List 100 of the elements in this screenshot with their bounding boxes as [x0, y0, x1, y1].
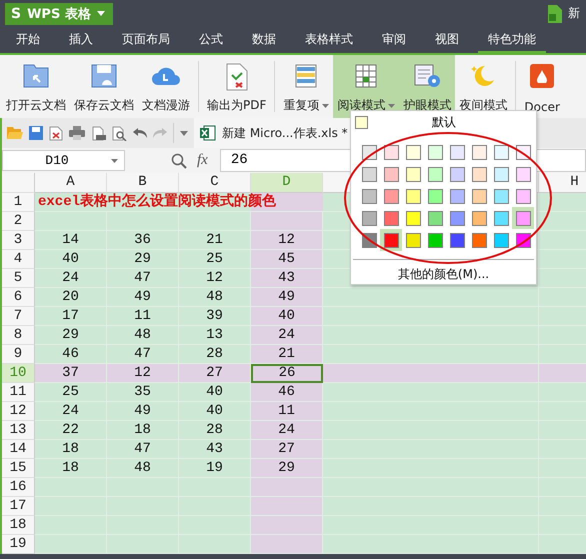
menu-tab[interactable]: 开始 — [6, 27, 50, 53]
menu-tab[interactable]: 数据 — [242, 27, 286, 53]
table-cell: 40 — [179, 383, 251, 402]
table-cell — [251, 212, 323, 231]
table-cell: 47 — [107, 269, 179, 288]
row-header[interactable]: 17 — [2, 497, 35, 516]
save-icon[interactable] — [29, 126, 43, 140]
table-cell: 12 — [179, 269, 251, 288]
ribbon-button[interactable]: 打开云文档 — [2, 55, 70, 118]
list-icon — [293, 63, 320, 89]
table-cell: 21 — [251, 345, 323, 364]
print-icon[interactable] — [69, 126, 85, 140]
title-cell: excel表格中怎么设置阅读模式的颜色 — [35, 193, 323, 212]
column-header[interactable]: H — [539, 173, 586, 193]
row-header[interactable]: 2 — [2, 212, 35, 231]
table-cell: 28 — [179, 421, 251, 440]
table-cell: 45 — [251, 250, 323, 269]
row-header[interactable]: 16 — [2, 478, 35, 497]
document-title: 新 — [568, 5, 581, 22]
app-menu-button[interactable]: S WPS 表格 — [5, 2, 113, 24]
table-cell: 18 — [35, 440, 107, 459]
table-cell: 48 — [179, 288, 251, 307]
table-cell: 25 — [35, 383, 107, 402]
row-header[interactable]: 14 — [2, 440, 35, 459]
row-header[interactable]: 19 — [2, 535, 35, 554]
search-icon[interactable] — [171, 152, 187, 168]
document-icon — [548, 4, 562, 22]
caret-icon — [111, 158, 118, 162]
pdf-export-icon[interactable] — [49, 126, 63, 140]
table-cell — [179, 516, 251, 535]
table-cell: 49 — [107, 288, 179, 307]
table-cell — [251, 516, 323, 535]
table-cell: 11 — [107, 307, 179, 326]
table-cell: 40 — [251, 307, 323, 326]
table-cell: 40 — [35, 250, 107, 269]
row-header[interactable]: 9 — [2, 345, 35, 364]
table-cell: 13 — [179, 326, 251, 345]
table-cell: 19 — [179, 459, 251, 478]
table-cell: 12 — [251, 231, 323, 250]
row-header[interactable]: 4 — [2, 250, 35, 269]
ribbon-button[interactable]: 阅读模式 — [333, 55, 400, 118]
ribbon-button[interactable]: 保存云文档 — [70, 55, 138, 118]
print-preview-icon[interactable] — [91, 126, 106, 140]
table-cell: 24 — [251, 326, 323, 345]
table-cell: 46 — [35, 345, 107, 364]
table-cell — [35, 535, 107, 554]
row-header[interactable]: 15 — [2, 459, 35, 478]
table-cell: 29 — [107, 250, 179, 269]
ribbon-button[interactable]: 输出为PDF — [203, 55, 270, 118]
row-header[interactable]: 5 — [2, 269, 35, 288]
caret-icon[interactable] — [180, 130, 188, 136]
color-swatch[interactable] — [512, 207, 534, 229]
default-color-swatch[interactable] — [355, 116, 368, 128]
ribbon-button[interactable]: 夜间模式 — [455, 55, 512, 118]
table-cell: 49 — [107, 402, 179, 421]
name-box[interactable]: D10 — [2, 150, 125, 171]
more-colors-item[interactable]: 其他的颜色(M)... — [351, 260, 536, 283]
row-header[interactable]: 1 — [2, 193, 35, 212]
ribbon-button[interactable]: 文档漫游 — [138, 55, 194, 118]
table-cell: 47 — [107, 440, 179, 459]
table-cell: 21 — [179, 231, 251, 250]
menu-tab[interactable]: 表格样式 — [295, 27, 363, 53]
table-cell: 26 — [251, 364, 323, 383]
table-cell: 47 — [107, 345, 179, 364]
table-cell — [35, 212, 107, 231]
table-cell — [179, 478, 251, 497]
pdf-document-icon — [224, 63, 250, 91]
table-cell: 24 — [35, 269, 107, 288]
table-cell: 18 — [107, 421, 179, 440]
row-header[interactable]: 8 — [2, 326, 35, 345]
menu-tab[interactable]: 审阅 — [372, 27, 416, 53]
table-cell: 27 — [179, 364, 251, 383]
table-cell — [251, 535, 323, 554]
table-cell: 43 — [179, 440, 251, 459]
table-cell: 17 — [35, 307, 107, 326]
color-swatch[interactable] — [380, 229, 402, 251]
table-cell: 49 — [251, 288, 323, 307]
column-header[interactable]: A — [35, 173, 107, 193]
menu-tab[interactable]: 公式 — [189, 27, 233, 53]
menu-tab[interactable]: 视图 — [425, 27, 469, 53]
table-cell — [179, 212, 251, 231]
row-header[interactable]: 6 — [2, 288, 35, 307]
function-button[interactable]: fx — [197, 152, 208, 169]
preview-icon[interactable] — [112, 126, 127, 140]
ribbon-button[interactable]: 重复项 — [279, 55, 334, 118]
row-header[interactable]: 11 — [2, 383, 35, 402]
row-header[interactable]: 18 — [2, 516, 35, 535]
table-cell: 28 — [179, 345, 251, 364]
menu-tab[interactable]: 插入 — [59, 27, 103, 53]
table-cell: 29 — [35, 326, 107, 345]
column-header[interactable]: B — [107, 173, 179, 193]
eye-document-icon — [413, 63, 442, 89]
row-header[interactable]: 7 — [2, 307, 35, 326]
row-header[interactable]: 3 — [2, 231, 35, 250]
undo-icon[interactable] — [133, 127, 147, 139]
column-header[interactable]: C — [179, 173, 251, 193]
menu-tab[interactable]: 页面布局 — [112, 27, 180, 53]
row-header[interactable]: 12 — [2, 402, 35, 421]
row-header[interactable]: 13 — [2, 421, 35, 440]
table-cell: 22 — [35, 421, 107, 440]
